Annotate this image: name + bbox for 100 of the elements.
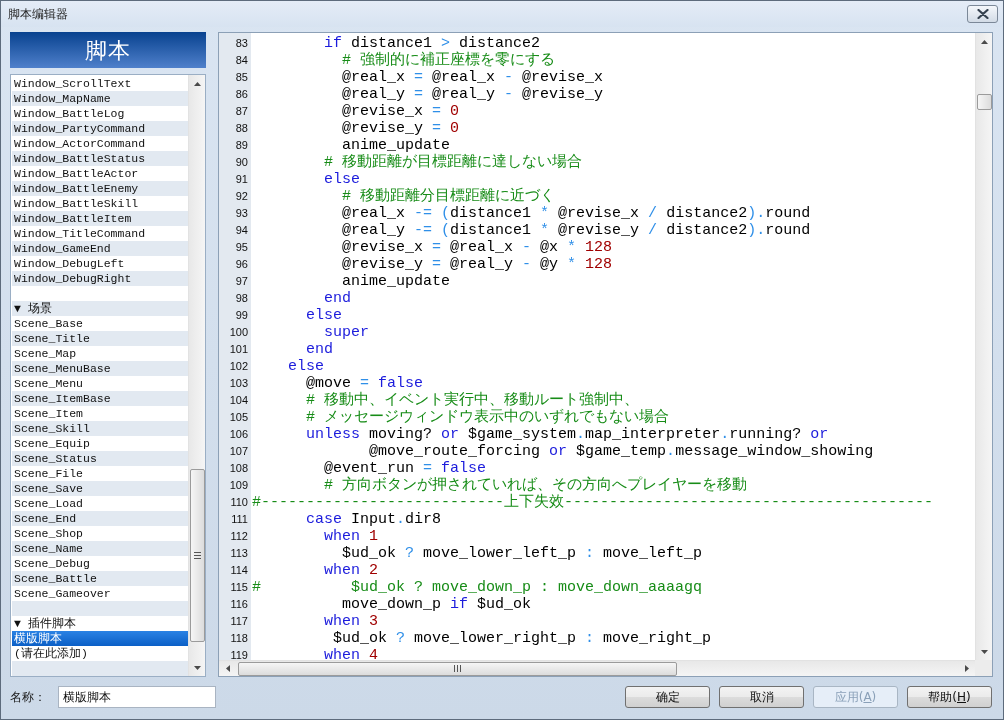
line-number: 118 bbox=[230, 632, 248, 644]
line-number: 90 bbox=[235, 156, 248, 168]
code-line: unless moving? or $game_system.map_interpreter.running? or bbox=[306, 426, 829, 443]
line-number: 106 bbox=[229, 428, 248, 440]
script-list-item[interactable]: Scene_Name bbox=[12, 541, 188, 556]
scrollbar-thumb[interactable] bbox=[238, 661, 677, 676]
line-number: 108 bbox=[229, 462, 248, 474]
line-number: 92 bbox=[235, 190, 248, 202]
code-line: @revise_y = @real_y - @y * 128 bbox=[342, 256, 613, 273]
line-number: 88 bbox=[235, 122, 248, 134]
code-line: # 方向ボタンが押されていれば、その方向へプレイヤーを移動 bbox=[324, 477, 748, 494]
script-list-item[interactable]: Window_PartyCommand bbox=[12, 121, 188, 136]
code-line: # $ud_ok ? move_down_p : move_down_aaaagq bbox=[252, 579, 703, 596]
line-number: 117 bbox=[230, 615, 248, 627]
scrollbar-thumb[interactable] bbox=[976, 94, 992, 110]
line-number: 93 bbox=[235, 207, 248, 219]
code-line: end bbox=[324, 290, 352, 307]
scroll-down-icon[interactable] bbox=[980, 649, 988, 654]
line-number: 89 bbox=[235, 139, 248, 151]
code-line: @real_y = @real_y - @revise_y bbox=[342, 86, 604, 103]
code-line: end bbox=[306, 341, 334, 358]
script-list-item[interactable]: Scene_Skill bbox=[12, 421, 188, 436]
line-number: 87 bbox=[235, 105, 248, 117]
line-number: 85 bbox=[235, 71, 248, 83]
line-number: 98 bbox=[235, 292, 248, 304]
code-line: anime_update bbox=[342, 137, 451, 154]
cancel-button[interactable]: 取消 bbox=[719, 686, 804, 708]
script-list-item[interactable]: Scene_End bbox=[12, 511, 188, 526]
line-number: 107 bbox=[229, 445, 248, 457]
code-line: else bbox=[306, 307, 343, 324]
grip-icon bbox=[193, 552, 201, 559]
scroll-left-icon[interactable] bbox=[225, 665, 230, 672]
code-line: when 2 bbox=[324, 562, 379, 579]
ok-button[interactable]: 确定 bbox=[625, 686, 710, 708]
scroll-down-icon[interactable] bbox=[193, 665, 201, 670]
code-line: move_down_p if $ud_ok bbox=[342, 596, 532, 613]
list-header: 脚本 bbox=[10, 32, 206, 68]
script-list-item[interactable]: Window_BattleItem bbox=[12, 211, 188, 226]
script-list-item[interactable]: Scene_Title bbox=[12, 331, 188, 346]
line-number: 83 bbox=[235, 37, 248, 49]
script-list-item[interactable]: Window_BattleStatus bbox=[12, 151, 188, 166]
vertical-scrollbar[interactable] bbox=[975, 33, 992, 660]
code-line: # 強制的に補正座標を零にする bbox=[342, 52, 556, 69]
scroll-up-icon[interactable] bbox=[980, 39, 988, 44]
code-line: if distance1 > distance2 bbox=[324, 35, 541, 52]
code-line: $ud_ok ? move_lower_right_p : move_right_p bbox=[333, 630, 712, 647]
line-number: 104 bbox=[229, 394, 248, 406]
line-number: 99 bbox=[235, 309, 248, 321]
code-line: super bbox=[324, 324, 370, 341]
code-line: # 移動距離が目標距離に達しない場合 bbox=[324, 154, 583, 171]
line-number: 114 bbox=[230, 564, 248, 576]
code-line: @real_y -= (distance1 * @revise_y / distance2).round bbox=[342, 222, 811, 239]
script-list-item[interactable]: 横版脚本 bbox=[12, 631, 188, 646]
code-line: @real_x -= (distance1 * @revise_x / distance2).round bbox=[342, 205, 811, 222]
code-line: @event_run = false bbox=[324, 460, 487, 477]
close-button[interactable] bbox=[967, 5, 998, 23]
name-input[interactable]: 横版脚本 bbox=[58, 686, 216, 708]
line-number: 119 bbox=[230, 649, 248, 660]
line-number: 96 bbox=[235, 258, 248, 270]
code-line: else bbox=[324, 171, 361, 188]
code-line: when 1 bbox=[324, 528, 379, 545]
code-line: # メッセージウィンドウ表示中のいずれでもない場合 bbox=[306, 409, 670, 426]
script-list-item[interactable]: Window_GameEnd bbox=[12, 241, 188, 256]
code-line: @real_x = @real_x - @revise_x bbox=[342, 69, 604, 86]
code-line: @revise_x = 0 bbox=[342, 103, 460, 120]
script-list-item[interactable]: Window_DebugRight bbox=[12, 271, 188, 286]
script-list-item[interactable]: Scene_ItemBase bbox=[12, 391, 188, 406]
script-list-item[interactable]: ▼ 场景 bbox=[12, 301, 188, 316]
code-line: # 移動距離分目標距離に近づく bbox=[342, 188, 556, 205]
help-button[interactable]: 帮助(H) bbox=[907, 686, 992, 708]
script-list-item[interactable]: Scene_Battle bbox=[12, 571, 188, 586]
code-line: @revise_y = 0 bbox=[342, 120, 460, 137]
line-number: 100 bbox=[229, 326, 248, 338]
script-list-item[interactable]: Window_MapName bbox=[12, 91, 188, 106]
script-list-item[interactable]: Scene_MenuBase bbox=[12, 361, 188, 376]
code-line: case Input.dir8 bbox=[306, 511, 442, 528]
script-list-item[interactable]: Scene_Status bbox=[12, 451, 188, 466]
code-line: when 3 bbox=[324, 613, 379, 630]
scrollbar-thumb[interactable] bbox=[189, 469, 205, 642]
line-number: 110 bbox=[230, 496, 248, 508]
script-list-item[interactable]: Window_BattleEnemy bbox=[12, 181, 188, 196]
line-number: 103 bbox=[229, 377, 248, 389]
code-line: $ud_ok ? move_lower_left_p : move_left_p bbox=[342, 545, 703, 562]
script-list-item[interactable]: Scene_Save bbox=[12, 481, 188, 496]
scroll-up-icon[interactable] bbox=[193, 81, 201, 86]
line-number: 109 bbox=[229, 479, 248, 491]
horizontal-scrollbar[interactable] bbox=[219, 660, 975, 676]
code-line: when 4 bbox=[324, 647, 379, 660]
scroll-right-icon[interactable] bbox=[964, 665, 969, 672]
code-line: anime_update bbox=[342, 273, 451, 290]
code-line: @move_route_forcing or $game_temp.message_window_showing bbox=[369, 443, 874, 460]
line-number: 112 bbox=[230, 530, 248, 542]
name-label: 名称： bbox=[10, 689, 47, 706]
code-line: #---------------------------上下失效----------------------------------------- bbox=[252, 494, 934, 511]
vertical-scrollbar[interactable] bbox=[188, 75, 205, 676]
line-number: 97 bbox=[235, 275, 248, 287]
line-number: 101 bbox=[229, 343, 248, 355]
line-number: 95 bbox=[235, 241, 248, 253]
code-line: else bbox=[288, 358, 325, 375]
line-number: 84 bbox=[235, 54, 248, 66]
